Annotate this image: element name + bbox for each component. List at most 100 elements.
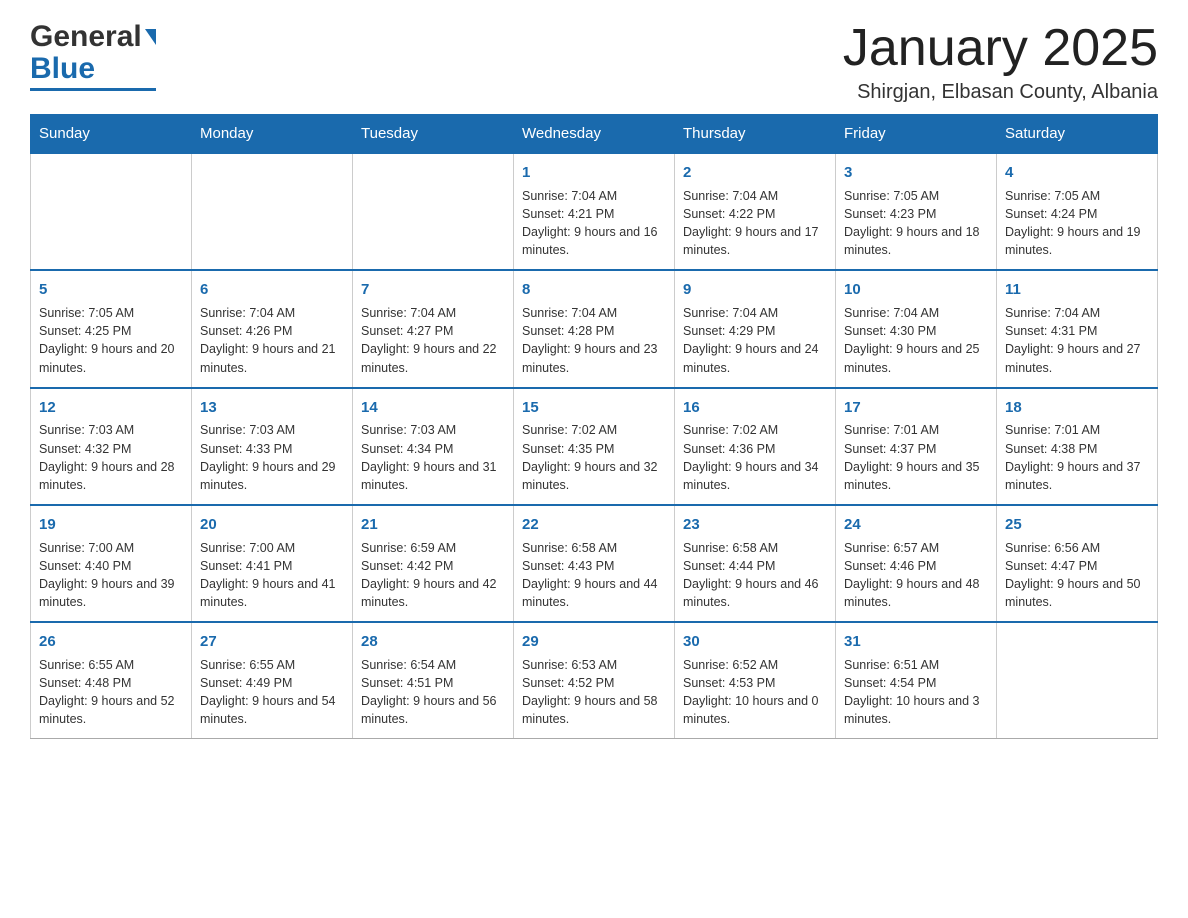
day-info: Sunrise: 7:01 AM Sunset: 4:38 PM Dayligh… bbox=[1005, 421, 1149, 494]
calendar-cell: 26 Sunrise: 6:55 AM Sunset: 4:48 PM Dayli… bbox=[31, 622, 192, 739]
calendar-cell: 25Sunrise: 6:56 AM Sunset: 4:47 PM Dayli… bbox=[997, 505, 1158, 622]
calendar-cell bbox=[31, 153, 192, 270]
calendar-cell: 8 Sunrise: 7:04 AM Sunset: 4:28 PM Daylig… bbox=[514, 270, 675, 387]
calendar-cell: 9Sunrise: 7:04 AM Sunset: 4:29 PM Daylig… bbox=[675, 270, 836, 387]
day-info: Sunrise: 6:58 AM Sunset: 4:44 PM Dayligh… bbox=[683, 539, 827, 612]
calendar-cell: 27Sunrise: 6:55 AM Sunset: 4:49 PM Dayli… bbox=[192, 622, 353, 739]
day-info: Sunrise: 7:01 AM Sunset: 4:37 PM Dayligh… bbox=[844, 421, 988, 494]
day-info: Sunrise: 7:03 AM Sunset: 4:33 PM Dayligh… bbox=[200, 421, 344, 494]
day-number: 15 bbox=[522, 397, 666, 419]
page-header: General Blue January 2025 Shirgjan, Elba… bbox=[30, 20, 1158, 104]
day-header-tuesday: Tuesday bbox=[353, 115, 514, 154]
calendar-cell: 15Sunrise: 7:02 AM Sunset: 4:35 PM Dayli… bbox=[514, 388, 675, 505]
calendar-cell: 19 Sunrise: 7:00 AM Sunset: 4:40 PM Dayli… bbox=[31, 505, 192, 622]
day-info: Sunrise: 7:04 AM Sunset: 4:31 PM Dayligh… bbox=[1005, 304, 1149, 377]
title-block: January 2025 Shirgjan, Elbasan County, A… bbox=[843, 20, 1158, 104]
day-number: 22 bbox=[522, 514, 666, 536]
logo-general: General bbox=[30, 20, 142, 54]
day-number: 30 bbox=[683, 631, 827, 653]
day-info: Sunrise: 7:04 AM Sunset: 4:21 PM Dayligh… bbox=[522, 187, 666, 260]
day-number: 14 bbox=[361, 397, 505, 419]
calendar-cell: 18Sunrise: 7:01 AM Sunset: 4:38 PM Dayli… bbox=[997, 388, 1158, 505]
day-number: 29 bbox=[522, 631, 666, 653]
day-info: Sunrise: 6:53 AM Sunset: 4:52 PM Dayligh… bbox=[522, 656, 666, 729]
day-info: Sunrise: 7:05 AM Sunset: 4:23 PM Dayligh… bbox=[844, 187, 988, 260]
day-header-monday: Monday bbox=[192, 115, 353, 154]
calendar-cell: 6 Sunrise: 7:04 AM Sunset: 4:26 PM Daylig… bbox=[192, 270, 353, 387]
calendar-cell: 24 Sunrise: 6:57 AM Sunset: 4:46 PM Dayli… bbox=[836, 505, 997, 622]
day-number: 21 bbox=[361, 514, 505, 536]
day-number: 12 bbox=[39, 397, 183, 419]
day-number: 8 bbox=[522, 279, 666, 301]
day-info: Sunrise: 6:55 AM Sunset: 4:48 PM Dayligh… bbox=[39, 656, 183, 729]
calendar-cell: 23Sunrise: 6:58 AM Sunset: 4:44 PM Dayli… bbox=[675, 505, 836, 622]
logo-arrow-icon bbox=[145, 29, 156, 45]
calendar-week-row: 1Sunrise: 7:04 AM Sunset: 4:21 PM Daylig… bbox=[31, 153, 1158, 270]
day-info: Sunrise: 6:54 AM Sunset: 4:51 PM Dayligh… bbox=[361, 656, 505, 729]
day-header-wednesday: Wednesday bbox=[514, 115, 675, 154]
calendar-week-row: 5Sunrise: 7:05 AM Sunset: 4:25 PM Daylig… bbox=[31, 270, 1158, 387]
day-info: Sunrise: 7:04 AM Sunset: 4:30 PM Dayligh… bbox=[844, 304, 988, 377]
day-info: Sunrise: 7:04 AM Sunset: 4:29 PM Dayligh… bbox=[683, 304, 827, 377]
day-header-friday: Friday bbox=[836, 115, 997, 154]
day-info: Sunrise: 6:51 AM Sunset: 4:54 PM Dayligh… bbox=[844, 656, 988, 729]
day-info: Sunrise: 7:05 AM Sunset: 4:25 PM Dayligh… bbox=[39, 304, 183, 377]
calendar-cell: 17Sunrise: 7:01 AM Sunset: 4:37 PM Dayli… bbox=[836, 388, 997, 505]
day-info: Sunrise: 7:03 AM Sunset: 4:34 PM Dayligh… bbox=[361, 421, 505, 494]
calendar-cell: 30 Sunrise: 6:52 AM Sunset: 4:53 PM Dayli… bbox=[675, 622, 836, 739]
calendar-cell: 16Sunrise: 7:02 AM Sunset: 4:36 PM Dayli… bbox=[675, 388, 836, 505]
day-number: 31 bbox=[844, 631, 988, 653]
day-info: Sunrise: 7:02 AM Sunset: 4:36 PM Dayligh… bbox=[683, 421, 827, 494]
calendar-cell: 3 Sunrise: 7:05 AM Sunset: 4:23 PM Daylig… bbox=[836, 153, 997, 270]
day-number: 6 bbox=[200, 279, 344, 301]
day-info: Sunrise: 7:00 AM Sunset: 4:41 PM Dayligh… bbox=[200, 539, 344, 612]
day-number: 16 bbox=[683, 397, 827, 419]
day-info: Sunrise: 7:04 AM Sunset: 4:28 PM Dayligh… bbox=[522, 304, 666, 377]
day-number: 28 bbox=[361, 631, 505, 653]
day-info: Sunrise: 7:04 AM Sunset: 4:26 PM Dayligh… bbox=[200, 304, 344, 377]
day-number: 19 bbox=[39, 514, 183, 536]
day-info: Sunrise: 7:00 AM Sunset: 4:40 PM Dayligh… bbox=[39, 539, 183, 612]
calendar-cell bbox=[997, 622, 1158, 739]
location-subtitle: Shirgjan, Elbasan County, Albania bbox=[843, 81, 1158, 104]
month-title: January 2025 bbox=[843, 20, 1158, 77]
calendar-cell bbox=[353, 153, 514, 270]
calendar-cell: 2Sunrise: 7:04 AM Sunset: 4:22 PM Daylig… bbox=[675, 153, 836, 270]
calendar-cell: 22Sunrise: 6:58 AM Sunset: 4:43 PM Dayli… bbox=[514, 505, 675, 622]
day-info: Sunrise: 7:04 AM Sunset: 4:27 PM Dayligh… bbox=[361, 304, 505, 377]
calendar-table: SundayMondayTuesdayWednesdayThursdayFrid… bbox=[30, 114, 1158, 739]
logo: General Blue bbox=[30, 20, 156, 91]
calendar-header-row: SundayMondayTuesdayWednesdayThursdayFrid… bbox=[31, 115, 1158, 154]
day-header-saturday: Saturday bbox=[997, 115, 1158, 154]
logo-blue: Blue bbox=[30, 52, 95, 86]
day-number: 26 bbox=[39, 631, 183, 653]
calendar-cell: 12Sunrise: 7:03 AM Sunset: 4:32 PM Dayli… bbox=[31, 388, 192, 505]
calendar-cell: 4 Sunrise: 7:05 AM Sunset: 4:24 PM Daylig… bbox=[997, 153, 1158, 270]
calendar-cell: 1Sunrise: 7:04 AM Sunset: 4:21 PM Daylig… bbox=[514, 153, 675, 270]
day-info: Sunrise: 6:55 AM Sunset: 4:49 PM Dayligh… bbox=[200, 656, 344, 729]
day-number: 13 bbox=[200, 397, 344, 419]
day-info: Sunrise: 6:52 AM Sunset: 4:53 PM Dayligh… bbox=[683, 656, 827, 729]
logo-underline bbox=[30, 88, 156, 91]
day-info: Sunrise: 7:03 AM Sunset: 4:32 PM Dayligh… bbox=[39, 421, 183, 494]
calendar-week-row: 12Sunrise: 7:03 AM Sunset: 4:32 PM Dayli… bbox=[31, 388, 1158, 505]
calendar-cell: 28 Sunrise: 6:54 AM Sunset: 4:51 PM Dayli… bbox=[353, 622, 514, 739]
day-number: 4 bbox=[1005, 162, 1149, 184]
day-number: 18 bbox=[1005, 397, 1149, 419]
day-info: Sunrise: 7:02 AM Sunset: 4:35 PM Dayligh… bbox=[522, 421, 666, 494]
day-info: Sunrise: 6:57 AM Sunset: 4:46 PM Dayligh… bbox=[844, 539, 988, 612]
calendar-cell: 21 Sunrise: 6:59 AM Sunset: 4:42 PM Dayli… bbox=[353, 505, 514, 622]
calendar-cell: 29 Sunrise: 6:53 AM Sunset: 4:52 PM Dayli… bbox=[514, 622, 675, 739]
calendar-cell: 10 Sunrise: 7:04 AM Sunset: 4:30 PM Dayli… bbox=[836, 270, 997, 387]
calendar-cell: 20Sunrise: 7:00 AM Sunset: 4:41 PM Dayli… bbox=[192, 505, 353, 622]
day-number: 11 bbox=[1005, 279, 1149, 301]
calendar-cell: 5Sunrise: 7:05 AM Sunset: 4:25 PM Daylig… bbox=[31, 270, 192, 387]
day-number: 7 bbox=[361, 279, 505, 301]
day-number: 10 bbox=[844, 279, 988, 301]
day-number: 3 bbox=[844, 162, 988, 184]
day-info: Sunrise: 7:04 AM Sunset: 4:22 PM Dayligh… bbox=[683, 187, 827, 260]
day-info: Sunrise: 6:59 AM Sunset: 4:42 PM Dayligh… bbox=[361, 539, 505, 612]
day-info: Sunrise: 7:05 AM Sunset: 4:24 PM Dayligh… bbox=[1005, 187, 1149, 260]
day-number: 24 bbox=[844, 514, 988, 536]
calendar-cell: 11 Sunrise: 7:04 AM Sunset: 4:31 PM Dayli… bbox=[997, 270, 1158, 387]
